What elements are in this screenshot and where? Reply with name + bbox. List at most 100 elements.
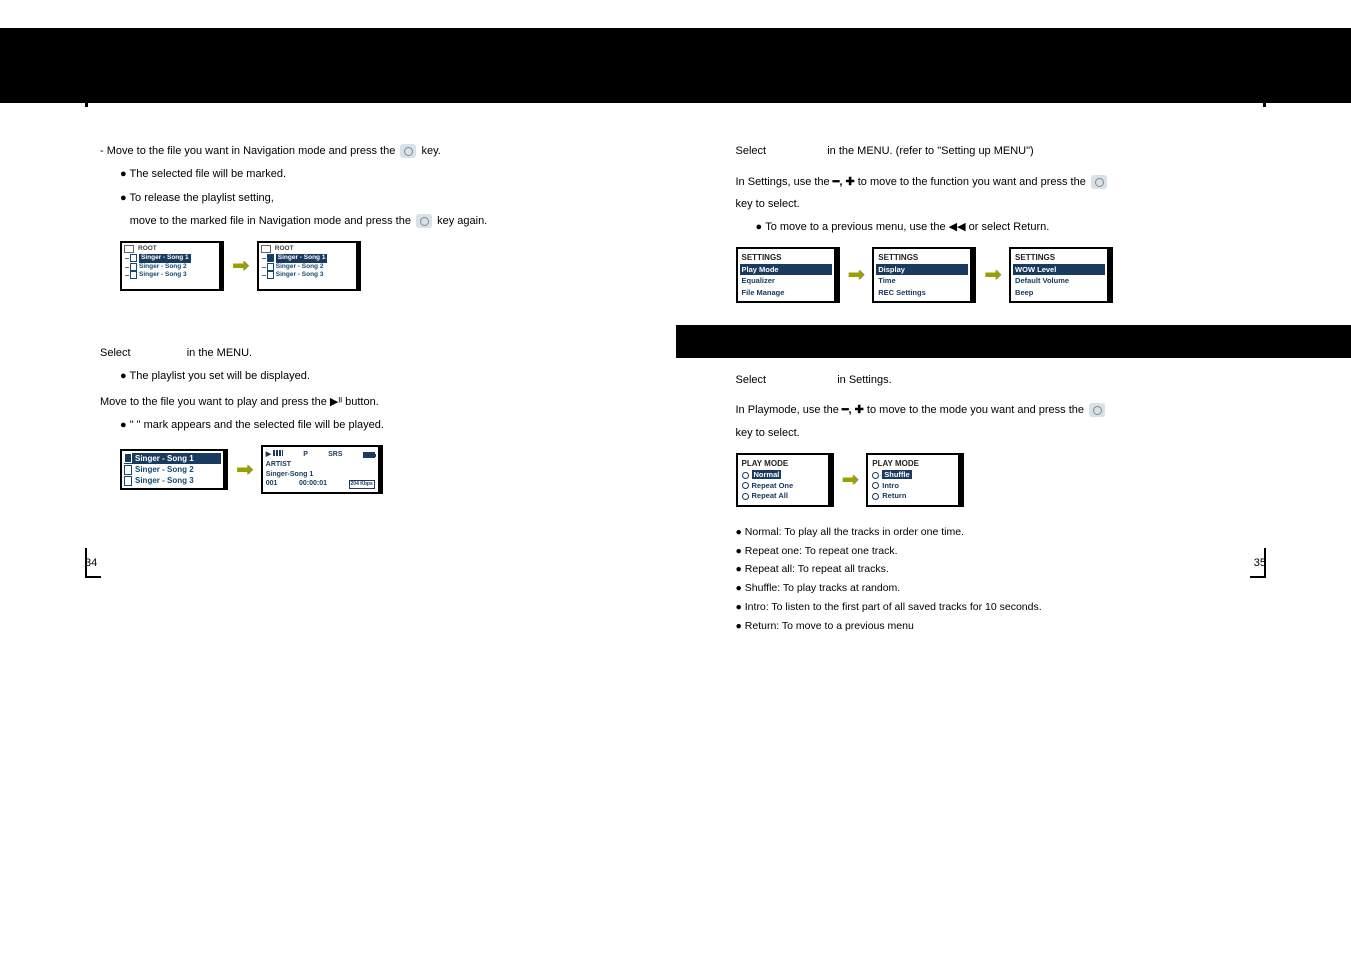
list-item: Intro — [872, 481, 954, 492]
text: Repeat one: To repeat one track. — [745, 545, 898, 557]
list-item: Play Mode — [740, 264, 832, 275]
text: Singer - Song 2 — [276, 263, 324, 271]
file-icon — [130, 254, 137, 262]
text: Shuffle — [882, 470, 911, 479]
list-item: Display — [876, 264, 968, 275]
text: Singer - Song 2 — [139, 263, 187, 271]
list-item: Singer - Song 3 — [130, 271, 217, 279]
text: To release the playlist setting, — [130, 192, 274, 204]
step-3-note: ● The selected file will be marked. — [120, 166, 596, 183]
settings-title: SETTINGS — [878, 252, 966, 264]
list-item: Singer - Song 2 — [267, 263, 354, 271]
crop-mark — [1263, 95, 1266, 107]
arrow-icon: ➡ — [848, 260, 865, 290]
select-key-icon — [400, 144, 416, 158]
text: move to the marked file in Navigation mo… — [130, 215, 411, 227]
text: ROOT — [138, 245, 157, 253]
list-item: Equalizer — [742, 275, 830, 286]
text: SRS — [328, 450, 342, 460]
crop-mark — [85, 548, 88, 578]
playmode-descriptions: ● Normal: To play all the tracks in orde… — [736, 525, 1257, 635]
desc-item: ● Repeat all: To repeat all tracks. — [736, 562, 1257, 578]
text: in the MENU. (refer to "Setting up MENU"… — [827, 145, 1034, 157]
playmode-step-2: In Playmode, use the ━, ✚ to move to the… — [736, 402, 1257, 419]
playlist-figure-row: Singer - Song 1 Singer - Song 2 Singer -… — [120, 445, 596, 494]
text: " " mark appears and the selected file w… — [130, 419, 384, 431]
text: key again. — [437, 215, 487, 227]
release-line-2: ● move to the marked file in Navigation … — [120, 213, 596, 230]
playmode-title: PLAY MODE — [872, 458, 954, 469]
crop-mark — [85, 95, 88, 107]
file-icon — [124, 465, 132, 475]
page-spread: - Move to the file you want in Navigatio… — [0, 0, 1351, 954]
play-icon: ▶ — [266, 450, 283, 460]
file-icon — [124, 476, 132, 486]
list-item: Singer - Song 1 — [267, 254, 354, 262]
text: Singer - Song 3 — [276, 271, 324, 279]
list-item: Singer - Song 3 — [124, 475, 221, 486]
desc-item: ● Return: To move to a previous menu — [736, 619, 1257, 635]
list-item: Default Volume — [1015, 275, 1103, 286]
select-key-icon — [1091, 175, 1107, 189]
text: Return: To move to a previous menu — [745, 620, 914, 632]
settings-screen-3: SETTINGS WOW Level Default Volume Beep — [1009, 247, 1113, 303]
desc-item: ● Normal: To play all the tracks in orde… — [736, 525, 1257, 541]
page-34: - Move to the file you want in Navigatio… — [0, 0, 676, 954]
signal-icon — [273, 451, 283, 458]
playmode-step-1: Select in Settings. — [736, 372, 1257, 389]
list-item: Repeat All — [742, 491, 824, 502]
file-icon — [130, 271, 137, 279]
text: Repeat all: To repeat all tracks. — [745, 563, 889, 575]
root-label: ROOT — [261, 245, 354, 254]
playing-note: ● The playlist you set will be displayed… — [120, 368, 596, 385]
playmode-figure-row: PLAY MODE Normal Repeat One Repeat All ➡… — [736, 453, 1257, 507]
text: In Playmode, use the — [736, 404, 839, 416]
playing-step-2-note: ● " " mark appears and the selected file… — [120, 417, 596, 434]
playmode-screen-1: PLAY MODE Normal Repeat One Repeat All — [736, 453, 834, 507]
text: to move to the mode you want and press t… — [867, 404, 1084, 416]
text: P — [303, 450, 308, 460]
list-item: Singer - Song 2 — [130, 263, 217, 271]
list-item: Singer - Song 3 — [267, 271, 354, 279]
text: Return — [882, 491, 906, 500]
list-item: WOW Level — [1013, 264, 1105, 275]
text: Normal — [752, 470, 782, 479]
right-content: Select in the MENU. (refer to "Setting u… — [676, 103, 1351, 634]
release-line-1: ● To release the playlist setting, — [120, 190, 596, 207]
text: Intro — [882, 481, 899, 490]
list-item: Return — [872, 491, 954, 502]
root-screen-after: ROOT Singer - Song 1 Singer - Song 2 Sin… — [257, 241, 361, 291]
desc-item: ● Shuffle: To play tracks at random. — [736, 581, 1257, 597]
list-item: Shuffle — [872, 470, 954, 481]
file-icon — [267, 271, 274, 279]
track-number: 001 — [266, 479, 278, 489]
text: In Settings, use the — [736, 176, 830, 188]
text: Singer - Song 3 — [135, 475, 194, 486]
text: Singer - Song 1 — [139, 254, 191, 262]
file-icon — [267, 263, 274, 271]
text: Repeat All — [752, 491, 788, 500]
settings-screen-1: SETTINGS Play Mode Equalizer File Manage — [736, 247, 840, 303]
arrow-icon: ➡ — [842, 465, 859, 495]
settings-step-2b: key to select. — [736, 196, 1257, 213]
list-item: REC Settings — [878, 287, 966, 298]
artist-label: ARTIST — [266, 460, 375, 470]
list-item: Singer - Song 1 — [130, 254, 217, 262]
text: Select — [736, 145, 767, 157]
header-bar-left — [0, 28, 676, 103]
text: Select — [736, 374, 767, 386]
page-35: Select in the MENU. (refer to "Setting u… — [676, 0, 1351, 954]
text: in Settings. — [837, 374, 891, 386]
settings-step-1: Select in the MENU. (refer to "Setting u… — [736, 143, 1257, 160]
arrow-icon: ➡ — [236, 455, 253, 485]
text: Singer - Song 2 — [135, 464, 194, 475]
list-item: Singer - Song 1 — [124, 453, 221, 464]
text: - Move to the file you want in Navigatio… — [100, 145, 395, 157]
left-content: - Move to the file you want in Navigatio… — [0, 103, 676, 494]
playing-step-2: Move to the file you want to play and pr… — [100, 394, 596, 411]
playmode-title: PLAY MODE — [742, 458, 824, 469]
text: Singer - Song 1 — [276, 254, 328, 262]
settings-figure-row: SETTINGS Play Mode Equalizer File Manage… — [736, 247, 1257, 303]
list-item: Singer - Song 2 — [124, 464, 221, 475]
step-3-text: - Move to the file you want in Navigatio… — [100, 143, 596, 160]
